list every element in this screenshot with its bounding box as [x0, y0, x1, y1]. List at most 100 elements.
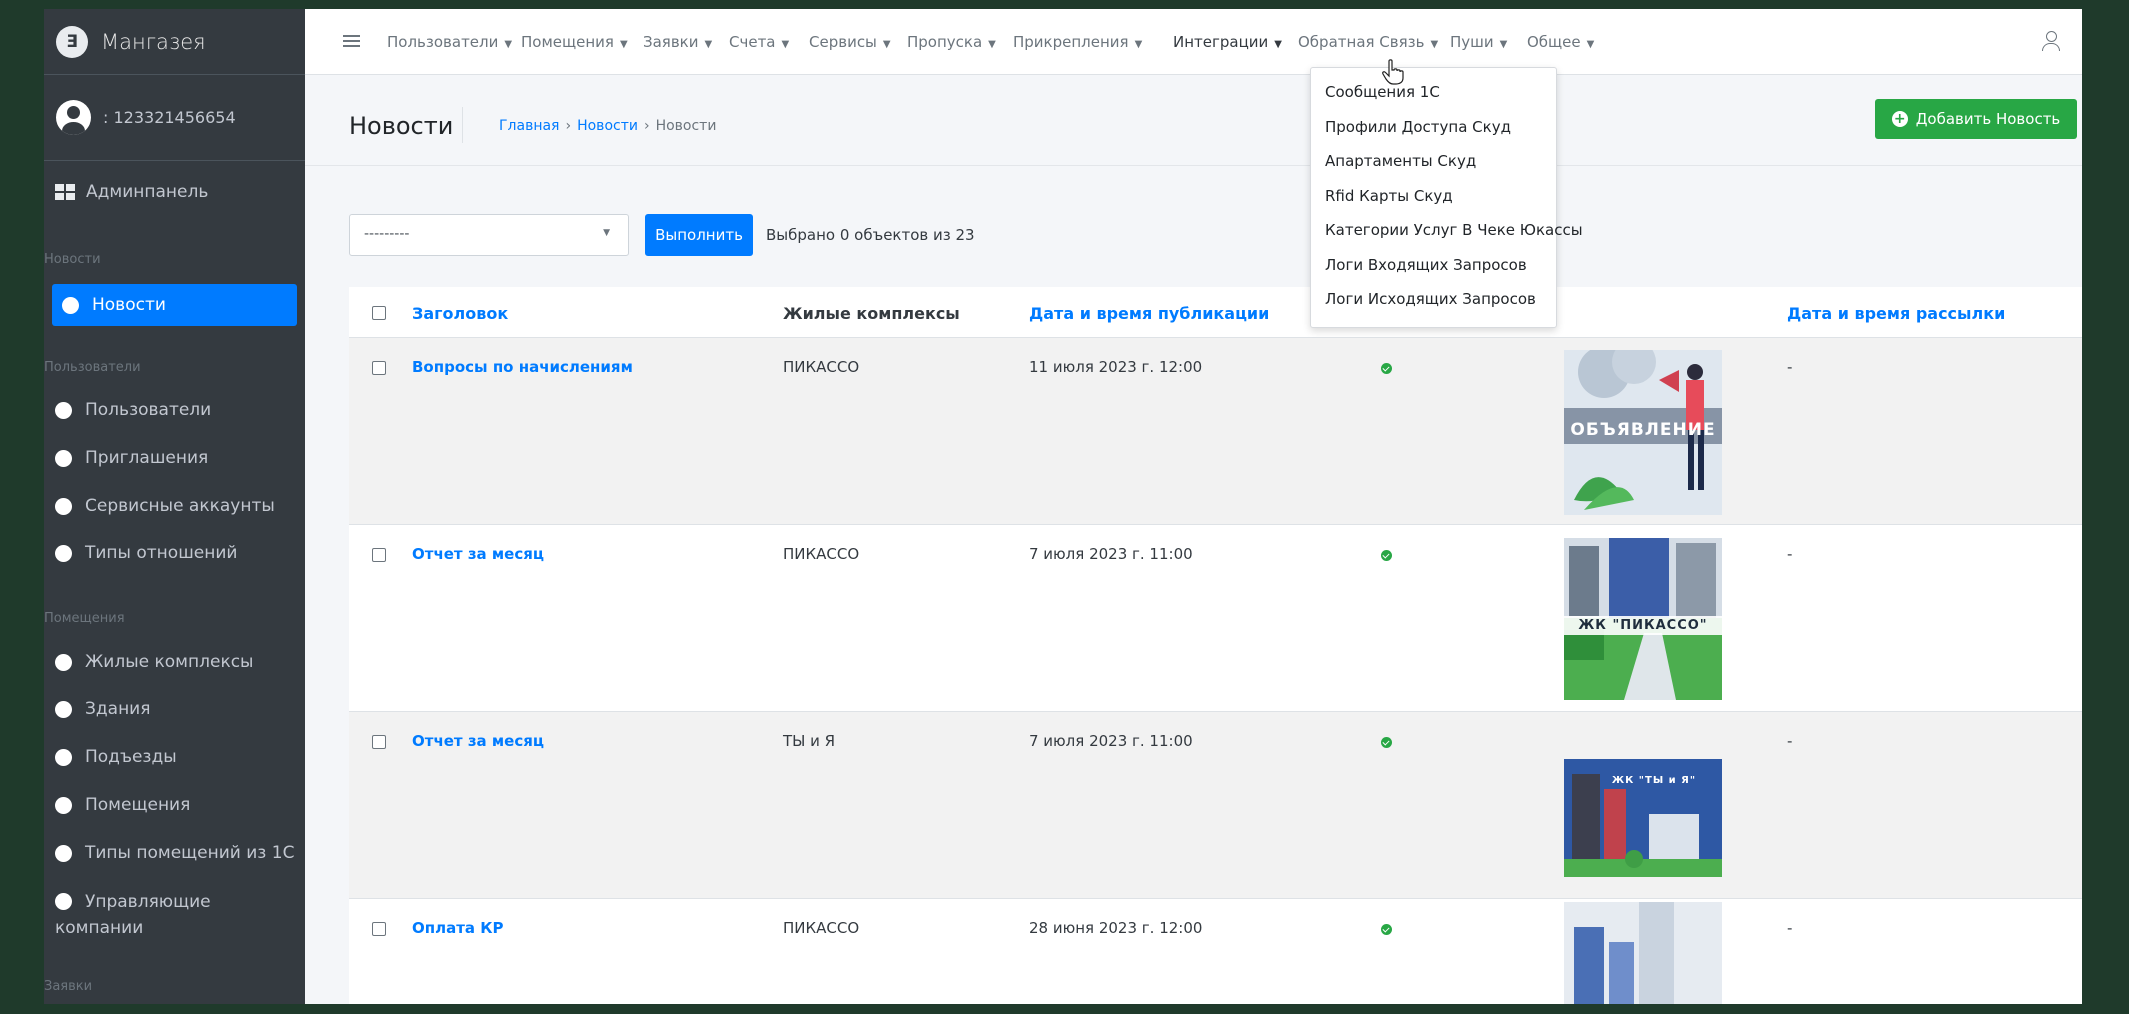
circle-icon — [55, 844, 72, 862]
brand-name: Мангазея — [101, 29, 206, 54]
select-all-checkbox[interactable] — [372, 306, 386, 320]
breadcrumb-home[interactable]: Главная — [499, 118, 559, 134]
dropdown-item-1c-messages[interactable]: Сообщения 1С — [1311, 80, 1556, 115]
circle-icon — [55, 748, 72, 766]
publish-date-cell: 7 июля 2023 г. 11:00 — [1029, 545, 1193, 563]
breadcrumb: Главная › Новости › Новости — [499, 118, 716, 134]
column-header-mailing-date[interactable]: Дата и время рассылки — [1787, 304, 2005, 323]
dropdown-item-incoming-logs[interactable]: Логи Входящих Запросов — [1311, 253, 1556, 288]
header-divider — [305, 165, 2082, 166]
breadcrumb-news-section[interactable]: Новости — [577, 118, 638, 134]
user-panel[interactable]: : 123321456654 — [44, 75, 305, 161]
action-select[interactable]: --------- ▼ — [349, 214, 629, 256]
menu-premises[interactable]: Помещения ▼ — [521, 33, 628, 51]
publish-date-cell: 11 июля 2023 г. 12:00 — [1029, 358, 1203, 376]
circle-icon — [55, 653, 72, 671]
sidebar-item-label: Админпанель — [86, 182, 209, 202]
news-table: Заголовок Жилые комплексы Дата и время п… — [349, 287, 2082, 1004]
news-title-link[interactable]: Отчет за месяц — [412, 732, 544, 750]
sidebar-item-news[interactable]: Новости — [52, 284, 297, 326]
caret-down-icon: ▼ — [781, 39, 790, 50]
caret-down-icon: ▼ — [704, 39, 713, 50]
hamburger-menu-icon[interactable] — [343, 35, 360, 48]
dropdown-item-service-categories[interactable]: Категории Услуг В Чеке Юкассы — [1311, 218, 1583, 253]
menu-label: Обратная Связь — [1298, 33, 1425, 51]
circle-icon — [55, 401, 72, 419]
circle-icon — [55, 796, 72, 814]
menu-bills[interactable]: Счета ▼ — [729, 33, 789, 51]
news-title-link[interactable]: Вопросы по начислениям — [412, 358, 633, 376]
caret-down-icon: ▼ — [1586, 39, 1595, 50]
menu-feedback[interactable]: Обратная Связь ▼ — [1298, 33, 1438, 51]
sidebar-item-premises[interactable]: Помещения — [44, 795, 190, 815]
column-header-publish-date[interactable]: Дата и время публикации — [1029, 304, 1269, 323]
sidebar-header-news: Новости — [44, 252, 101, 267]
sidebar-item-adminpanel[interactable]: Админпанель — [44, 182, 208, 202]
sidebar-item-premise-types[interactable]: Типы помещений из 1С — [44, 843, 294, 863]
mailing-date-cell: - — [1787, 919, 1793, 937]
app-window: Ǝ Мангазея : 123321456654 Админпанель Но… — [44, 9, 2082, 1004]
menu-users[interactable]: Пользователи ▼ — [387, 33, 512, 51]
menu-services[interactable]: Сервисы ▼ — [809, 33, 891, 51]
row-checkbox[interactable] — [372, 361, 386, 375]
caret-down-icon: ▼ — [1499, 39, 1508, 50]
integrations-dropdown-menu: Сообщения 1С Профили Доступа Скуд Апарта… — [1310, 67, 1583, 328]
sidebar-item-users[interactable]: Пользователи — [44, 400, 211, 420]
page-title: Новости — [349, 112, 454, 140]
dropdown-item-outgoing-logs[interactable]: Логи Исходящих Запросов — [1311, 287, 1556, 322]
title-divider — [462, 107, 463, 143]
sidebar-item-service-accounts[interactable]: Сервисные аккаунты — [44, 496, 275, 516]
circle-icon — [55, 449, 72, 467]
menu-integrations[interactable]: Интеграции ▼ — [1173, 33, 1282, 51]
row-checkbox[interactable] — [372, 735, 386, 749]
published-check-icon — [1381, 924, 1392, 935]
table-row: Вопросы по начислениям ПИКАССО 11 июля 2… — [349, 338, 2082, 525]
sidebar-item-relation-types[interactable]: Типы отношений — [44, 543, 237, 563]
sidebar-header-requests: Заявки — [44, 979, 93, 994]
menu-requests[interactable]: Заявки ▼ — [643, 33, 712, 51]
run-action-button[interactable]: Выполнить — [645, 214, 753, 256]
menu-label: Сервисы — [809, 33, 877, 51]
add-news-button[interactable]: + Добавить Новость — [1875, 99, 2077, 139]
news-image: ОБЪЯВЛЕНИЕ — [1564, 350, 1722, 515]
breadcrumb-separator: › — [643, 118, 650, 134]
brand[interactable]: Ǝ Мангазея — [44, 9, 305, 75]
sidebar-item-management-companies[interactable]: Управляющие компании — [44, 889, 264, 941]
menu-label: Пользователи — [387, 33, 499, 51]
sidebar-item-invitations[interactable]: Приглашения — [44, 448, 208, 468]
user-avatar-icon — [56, 100, 91, 135]
dropdown-item-apartments[interactable]: Апартаменты Скуд — [1311, 149, 1556, 184]
sidebar: Ǝ Мангазея : 123321456654 Админпанель Но… — [44, 9, 305, 1004]
menu-label: Интеграции — [1173, 33, 1269, 51]
menu-general[interactable]: Общее ▼ — [1527, 33, 1594, 51]
row-checkbox[interactable] — [372, 548, 386, 562]
menu-label: Помещения — [521, 33, 614, 51]
run-action-label: Выполнить — [655, 226, 743, 244]
add-news-label: Добавить Новость — [1915, 110, 2061, 128]
menu-attachments[interactable]: Прикрепления ▼ — [1013, 33, 1142, 51]
caret-down-icon: ▼ — [882, 39, 891, 50]
brand-logo-icon: Ǝ — [56, 25, 88, 58]
column-header-title[interactable]: Заголовок — [412, 304, 508, 323]
dropdown-item-rfid-cards[interactable]: Rfid Карты Скуд — [1311, 184, 1556, 219]
sidebar-item-label: Жилые комплексы — [85, 652, 254, 672]
publish-date-cell: 28 июня 2023 г. 12:00 — [1029, 919, 1203, 937]
caret-down-icon: ▼ — [1430, 39, 1439, 50]
sidebar-item-residential-complexes[interactable]: Жилые комплексы — [44, 652, 253, 672]
caret-down-icon: ▼ — [619, 39, 628, 50]
sidebar-item-buildings[interactable]: Здания — [44, 699, 150, 719]
menu-push[interactable]: Пуши ▼ — [1450, 33, 1507, 51]
news-title-link[interactable]: Оплата КР — [412, 919, 504, 937]
sidebar-item-entrances[interactable]: Подъезды — [44, 747, 177, 767]
plus-circle-icon: + — [1891, 111, 1908, 127]
news-image: ЖК "ТЫ и Я" — [1564, 759, 1722, 877]
publish-date-cell: 7 июля 2023 г. 11:00 — [1029, 732, 1193, 750]
user-profile-icon[interactable] — [2042, 31, 2060, 52]
row-checkbox[interactable] — [372, 922, 386, 936]
menu-passes[interactable]: Пропуска ▼ — [907, 33, 996, 51]
dropdown-item-access-profiles[interactable]: Профили Доступа Скуд — [1311, 115, 1556, 150]
table-row: Отчет за месяц ПИКАССО 7 июля 2023 г. 11… — [349, 525, 2082, 712]
news-title-link[interactable]: Отчет за месяц — [412, 545, 544, 563]
sidebar-header-premises: Помещения — [44, 611, 125, 626]
image-caption: ОБЪЯВЛЕНИЕ — [1570, 420, 1716, 440]
